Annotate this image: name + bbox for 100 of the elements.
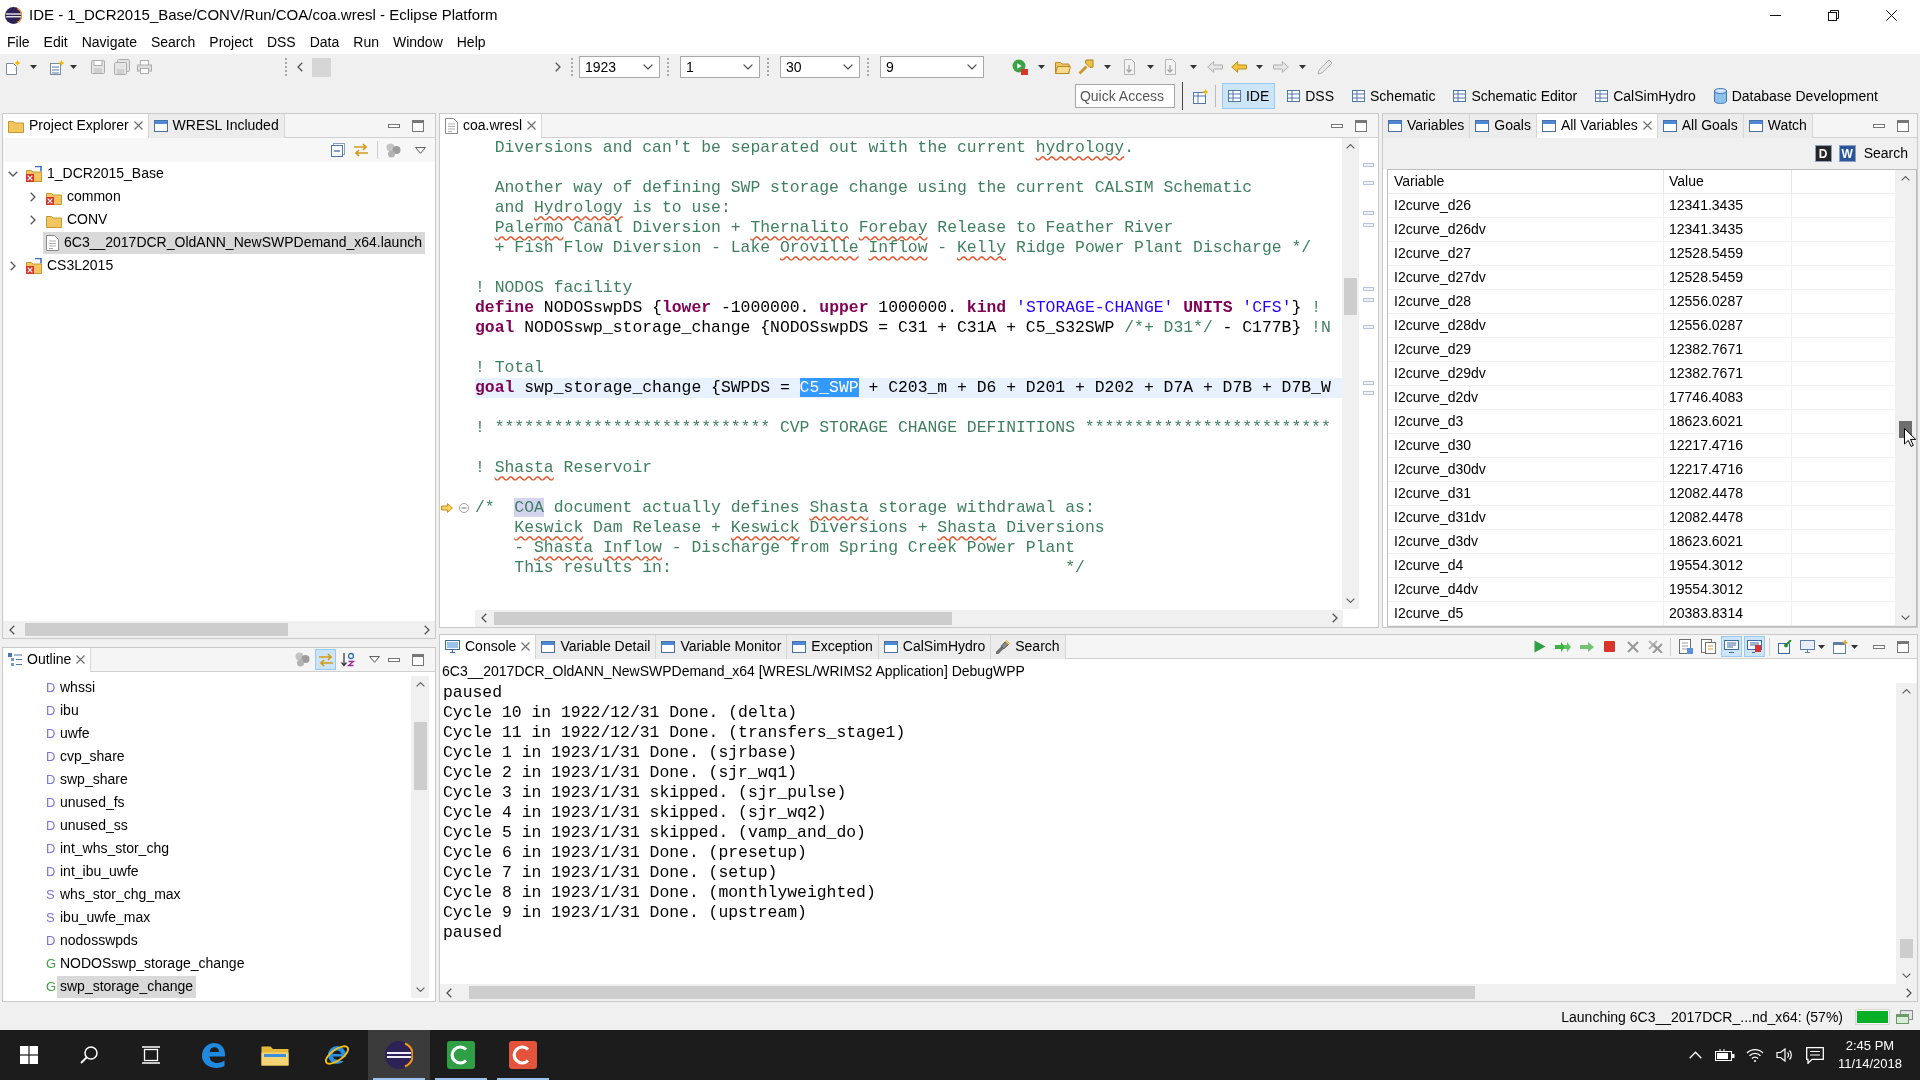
close-icon[interactable]: [76, 655, 86, 664]
toolbar-scroll-thumb[interactable]: [312, 57, 331, 77]
wifi-icon[interactable]: [1746, 1048, 1764, 1062]
chevron-left-icon[interactable]: [445, 987, 452, 998]
battery-icon[interactable]: [1715, 1049, 1735, 1061]
clock-time[interactable]: 2:45 PM: [1845, 1037, 1895, 1055]
back-arrow-icon[interactable]: [1231, 61, 1247, 73]
window-frame-icon[interactable]: [141, 1046, 161, 1064]
scrollbar-thumb[interactable]: [413, 722, 427, 790]
search-button[interactable]: Search: [1863, 143, 1908, 164]
scrollbar-thumb[interactable]: [25, 623, 288, 636]
caret-icon[interactable]: [1038, 65, 1045, 69]
tool-icon[interactable]: [1078, 59, 1094, 75]
chevron-right-icon[interactable]: [10, 260, 16, 271]
overview-marker[interactable]: [1363, 325, 1374, 329]
collapse-all-icon[interactable]: [331, 143, 345, 157]
tree-item[interactable]: common: [43, 185, 124, 208]
chevron-right-icon[interactable]: [30, 191, 36, 202]
toolbar-button[interactable]: [1744, 636, 1765, 657]
menu-item[interactable]: Navigate: [75, 31, 143, 53]
view-tab[interactable]: Project Explorer: [3, 114, 149, 138]
caret-icon[interactable]: [1190, 65, 1197, 69]
horizontal-scrollbar[interactable]: [440, 984, 1917, 1001]
letter-tile-button[interactable]: D: [1814, 145, 1832, 162]
document-star-icon[interactable]: [6, 59, 21, 75]
close-icon[interactable]: [133, 121, 143, 130]
overview-marker[interactable]: [1363, 391, 1374, 395]
perspective-button[interactable]: Database Development: [1707, 83, 1884, 109]
perspective-button[interactable]: DSS: [1281, 83, 1341, 109]
view-tab[interactable]: Variable Monitor: [656, 635, 788, 659]
overview-marker[interactable]: [1363, 181, 1374, 185]
overview-marker[interactable]: [1363, 211, 1374, 215]
minimize-icon[interactable]: [388, 123, 400, 128]
view-tab[interactable]: Outline: [3, 648, 92, 672]
scrollbar-thumb[interactable]: [1344, 278, 1357, 315]
maximize-icon[interactable]: [412, 119, 424, 132]
letter-tile-button[interactable]: W: [1838, 145, 1856, 162]
maximize-icon[interactable]: [1897, 119, 1909, 132]
chevron-right-icon[interactable]: [555, 62, 561, 72]
vertical-scrollbar[interactable]: [1342, 138, 1359, 609]
view-tab[interactable]: Exception: [787, 635, 879, 659]
view-menu-icon[interactable]: [415, 146, 426, 154]
open-folder-icon[interactable]: [1055, 60, 1071, 74]
toolbar-button[interactable]: [1721, 636, 1742, 657]
dropdown-field[interactable]: 1: [680, 56, 760, 78]
menu-item[interactable]: Data: [303, 31, 346, 53]
dropdown-field[interactable]: 30: [780, 56, 860, 78]
scrollbar-thumb[interactable]: [1900, 939, 1913, 958]
tree-item[interactable]: 1_DCR2015_Base: [23, 162, 167, 185]
chevron-down-icon[interactable]: [1902, 973, 1911, 978]
outline-item[interactable]: unused_ss: [57, 814, 131, 837]
tree-item[interactable]: CS3L2015: [23, 254, 117, 277]
chevron-down-icon[interactable]: [415, 987, 425, 992]
window-panes-icon[interactable]: [20, 1046, 38, 1064]
chevron-left-icon[interactable]: [8, 624, 15, 635]
view-tab[interactable]: Goals: [1470, 114, 1537, 138]
perspective-button[interactable]: Schematic Editor: [1447, 83, 1584, 109]
menu-item[interactable]: Run: [347, 31, 385, 53]
view-tab[interactable]: Console: [440, 635, 537, 659]
caret-icon[interactable]: [1104, 65, 1111, 69]
menu-item[interactable]: Project: [203, 31, 259, 53]
menu-item[interactable]: DSS: [260, 31, 302, 53]
view-tab[interactable]: Variables: [1383, 114, 1471, 138]
quick-access-field[interactable]: Quick Access: [1074, 84, 1175, 108]
outline-item[interactable]: whssi: [57, 676, 98, 699]
horizontal-scrollbar[interactable]: [3, 621, 435, 638]
view-tab[interactable]: Search: [991, 635, 1066, 659]
swap-arrows-icon[interactable]: [353, 143, 369, 157]
menu-item[interactable]: Help: [450, 31, 492, 53]
tree-item[interactable]: 6C3__2017DCR_OldANN_NewSWPDemand_x64.launch: [43, 231, 425, 254]
overview-marker[interactable]: [1363, 223, 1374, 227]
vertical-scrollbar[interactable]: [1896, 683, 1917, 984]
minimize-icon[interactable]: [1873, 123, 1885, 128]
perspective-button[interactable]: IDE: [1221, 83, 1276, 109]
view-tab[interactable]: Watch: [1743, 114, 1813, 138]
toolbar-button[interactable]: [1698, 636, 1719, 657]
view-tab[interactable]: WRESL Included: [148, 114, 285, 138]
search-icon[interactable]: [80, 1046, 98, 1064]
outline-item[interactable]: int_whs_stor_chg: [57, 837, 172, 860]
overview-marker[interactable]: [1363, 381, 1374, 385]
view-tab[interactable]: coa.wresl: [440, 114, 543, 138]
volume-icon[interactable]: [1776, 1048, 1794, 1062]
vertical-scrollbar[interactable]: [411, 676, 429, 998]
close-icon[interactable]: [1642, 121, 1652, 130]
outline-item[interactable]: nodosswpds: [57, 929, 141, 952]
column-header[interactable]: Value: [1669, 171, 1704, 192]
outline-item[interactable]: int_ibu_uwfe: [57, 860, 142, 883]
outline-item[interactable]: uwfe: [57, 722, 93, 745]
scrollbar-thumb[interactable]: [494, 611, 952, 625]
outline-item[interactable]: swp_storage_change: [57, 975, 197, 998]
minimize-icon[interactable]: [1331, 123, 1343, 128]
overview-marker[interactable]: [1363, 163, 1374, 167]
horizontal-scrollbar[interactable]: [475, 609, 1343, 627]
vertical-scrollbar[interactable]: [1895, 170, 1916, 626]
table-star-icon[interactable]: [50, 59, 65, 75]
view-tab[interactable]: CalSimHydro: [878, 635, 992, 659]
chevron-left-icon[interactable]: [480, 613, 487, 623]
fold-minus-icon[interactable]: [459, 503, 469, 513]
outline-item[interactable]: NODOSswp_storage_change: [57, 952, 248, 975]
perspective-button[interactable]: CalSimHydro: [1589, 83, 1702, 109]
